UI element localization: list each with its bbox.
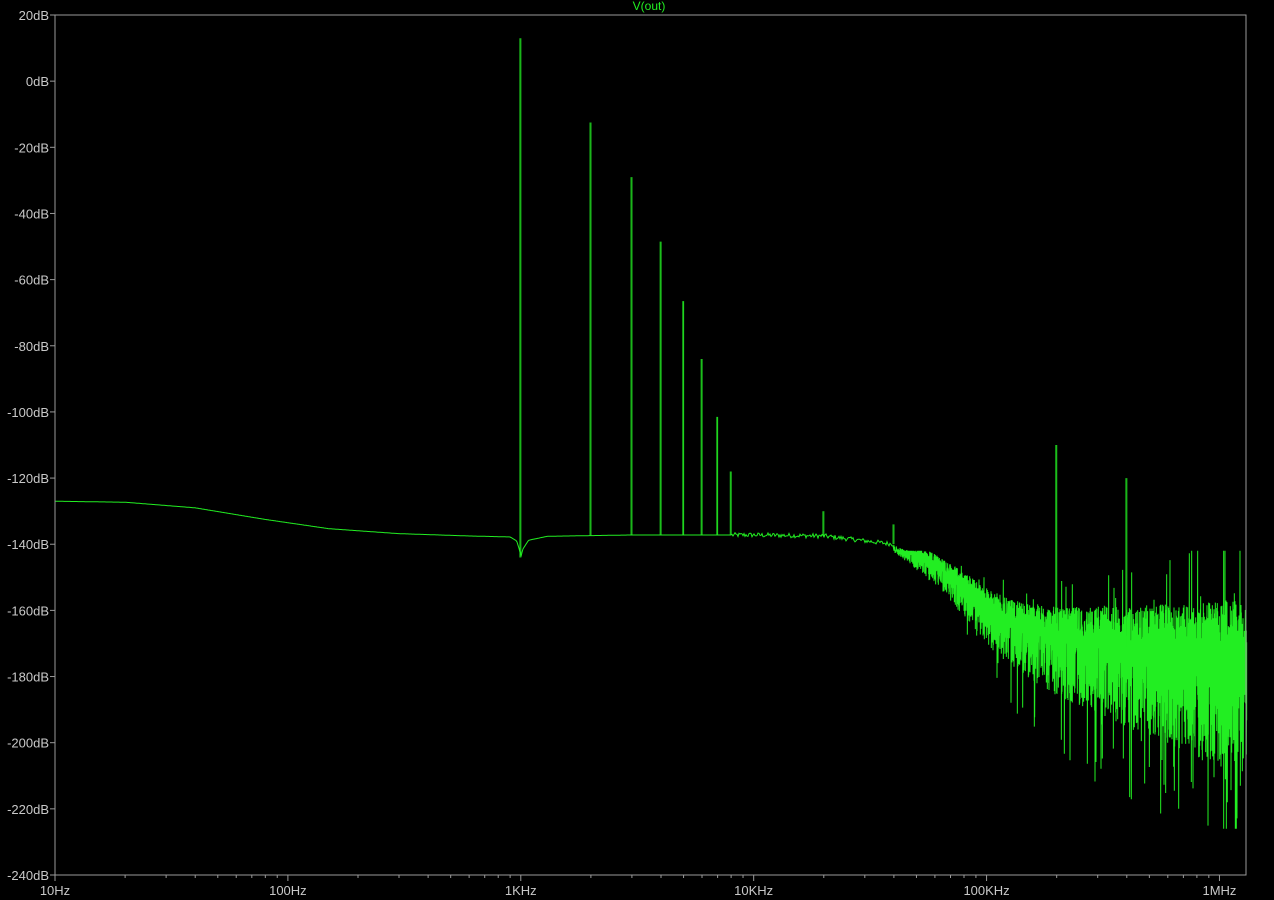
y-tick-label: -120dB: [7, 471, 49, 486]
y-tick-label: -180dB: [7, 670, 49, 685]
y-tick-label: -60dB: [14, 273, 49, 288]
plot-background: [0, 0, 1274, 900]
y-tick-label: -160dB: [7, 603, 49, 618]
y-tick-label: 0dB: [26, 74, 49, 89]
trace-title[interactable]: V(out): [633, 0, 666, 13]
x-tick-label: 1MHz: [1202, 883, 1236, 898]
y-tick-label: -100dB: [7, 405, 49, 420]
x-tick-label: 10Hz: [40, 883, 70, 898]
x-tick-label: 100KHz: [963, 883, 1009, 898]
y-tick-label: -220dB: [7, 802, 49, 817]
x-tick-label: 1KHz: [505, 883, 537, 898]
x-tick-label: 100Hz: [269, 883, 307, 898]
x-tick-label: 10KHz: [734, 883, 773, 898]
y-tick-label: 20dB: [19, 8, 49, 23]
y-tick-label: -80dB: [14, 339, 49, 354]
y-tick-label: -20dB: [14, 140, 49, 155]
plot-area: V(out) 10Hz 100Hz 1KHz 10KHz 100KHz 1MHz 20dB…: [0, 0, 1274, 900]
y-tick-label: -240dB: [7, 868, 49, 883]
y-tick-label: -200dB: [7, 736, 49, 751]
y-tick-label: -140dB: [7, 537, 49, 552]
y-tick-label: -40dB: [14, 206, 49, 221]
